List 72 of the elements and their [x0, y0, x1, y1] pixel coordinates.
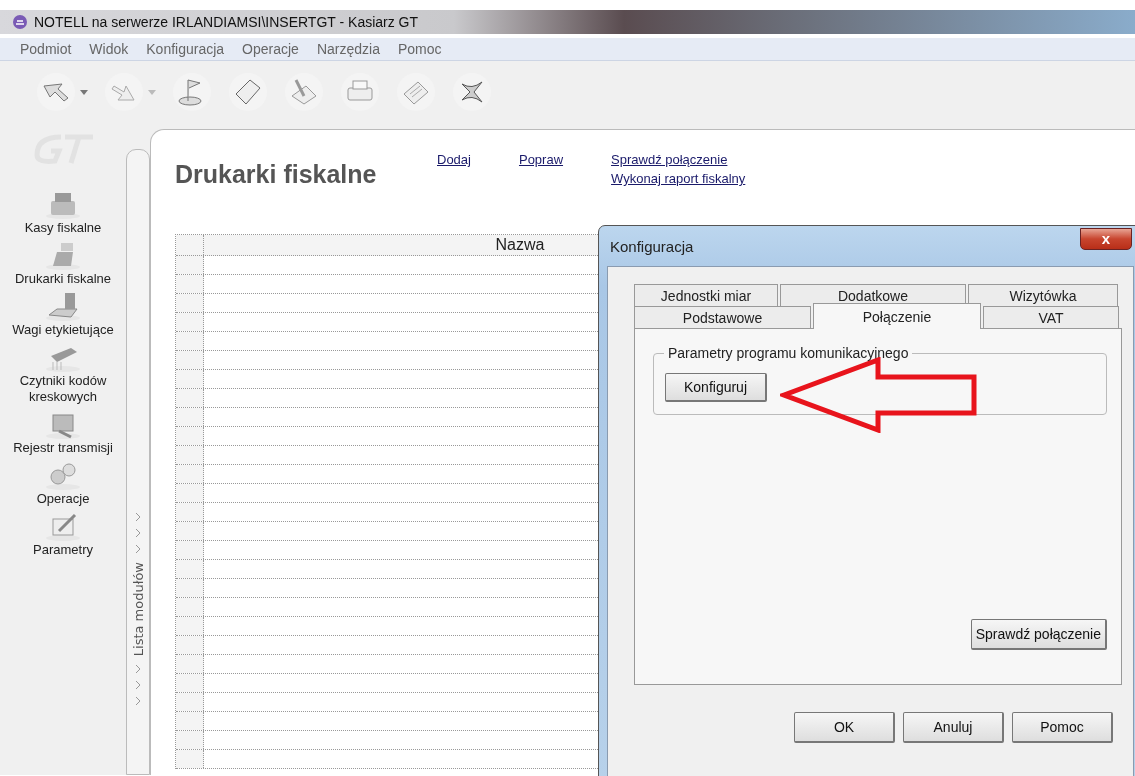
caret-icon[interactable] — [148, 89, 156, 95]
row-header-cell[interactable] — [176, 579, 204, 597]
action-link[interactable]: Sprawdź połączenie — [611, 152, 746, 167]
row-header-cell[interactable] — [176, 313, 204, 331]
tab[interactable]: Wizytówka — [968, 284, 1118, 306]
row-header-cell[interactable] — [176, 256, 204, 274]
test-connection-button[interactable]: Sprawdź połączenie — [970, 619, 1107, 650]
device-icon[interactable] — [45, 291, 81, 321]
tab[interactable]: Podstawowe — [634, 306, 811, 328]
row-header-cell[interactable] — [176, 427, 204, 445]
sidebar-item-label[interactable]: Parametry — [4, 542, 122, 558]
row-header-cell[interactable] — [176, 655, 204, 673]
dialog-title: Konfiguracja — [610, 237, 694, 255]
action-link[interactable]: Dodaj — [437, 152, 471, 167]
page-title: Drukarki fiskalne — [175, 160, 378, 189]
row-header-cell[interactable] — [176, 294, 204, 312]
action-link[interactable]: Popraw — [518, 152, 564, 167]
sidebar-item-label[interactable]: Rejestr transmisji — [4, 440, 122, 456]
menu-item[interactable]: Pomoc — [397, 41, 442, 57]
row-header-cell[interactable] — [176, 712, 204, 730]
group-label: Parametry programu komunikacyjnego — [664, 345, 913, 361]
action-link[interactable]: Wykonaj raport fiskalny — [611, 171, 746, 186]
form-icon[interactable] — [45, 511, 81, 541]
row-header-cell[interactable] — [176, 332, 204, 350]
row-header-cell[interactable] — [176, 522, 204, 540]
menu-item[interactable]: Widok — [89, 41, 129, 57]
app-logo-icon — [12, 14, 28, 30]
row-header-cell[interactable] — [176, 465, 204, 483]
gears-icon[interactable] — [45, 460, 81, 490]
sidebar-item-label[interactable]: Czytniki kodów kreskowych — [4, 373, 122, 405]
sidebar-item-label[interactable]: Operacje — [4, 491, 122, 507]
row-header-cell[interactable] — [176, 731, 204, 749]
row-header-cell[interactable] — [176, 617, 204, 635]
row-header-cell[interactable] — [176, 693, 204, 711]
window-title: NOTELL na serwerze IRLANDIAMSI\INSERTGT - Kasiarz GT — [34, 14, 419, 30]
dialog-button[interactable]: Pomoc — [1012, 712, 1113, 743]
device-icon[interactable] — [45, 240, 81, 270]
row-header-cell[interactable] — [176, 750, 204, 768]
row-header-cell[interactable] — [176, 598, 204, 616]
chevron-icon[interactable] — [134, 511, 142, 522]
row-header-cell[interactable] — [176, 389, 204, 407]
menu-item[interactable]: Operacje — [242, 41, 299, 57]
dialog-button[interactable]: Anuluj — [903, 712, 1004, 743]
dialog-button[interactable]: OK — [794, 712, 895, 743]
row-header-cell[interactable] — [176, 408, 204, 426]
sidebar-item-label[interactable]: Wagi etykietujące — [4, 322, 122, 338]
row-header-cell[interactable] — [176, 674, 204, 692]
tab[interactable]: Połączenie — [813, 303, 981, 329]
close-button[interactable]: x — [1080, 228, 1132, 250]
chevron-icon[interactable] — [134, 543, 142, 554]
row-header-cell[interactable] — [176, 541, 204, 559]
row-header-cell[interactable] — [176, 560, 204, 578]
menu-item[interactable]: Konfiguracja — [146, 41, 225, 57]
row-header-cell[interactable] — [176, 636, 204, 654]
row-header-cell[interactable] — [176, 484, 204, 502]
tab[interactable]: VAT — [983, 306, 1119, 328]
caret-icon[interactable] — [80, 89, 88, 95]
chevron-icon[interactable] — [134, 527, 142, 538]
module-list-label: Lista modułów — [130, 561, 146, 656]
row-header-cell[interactable] — [176, 446, 204, 464]
module-list-bar[interactable]: Lista modułów — [126, 149, 150, 775]
row-header-cell[interactable] — [176, 275, 204, 293]
row-header-cell[interactable] — [176, 370, 204, 388]
tab[interactable]: Dodatkowe — [780, 284, 966, 306]
configure-button[interactable]: Konfiguruj — [665, 373, 767, 402]
menu-item[interactable]: Narzędzia — [316, 41, 380, 57]
row-header-cell[interactable] — [176, 351, 204, 369]
sidebar-item-label[interactable]: Kasy fiskalne — [4, 220, 122, 236]
sidebar-item-label[interactable]: Drukarki fiskalne — [4, 271, 122, 287]
row-header-cell[interactable] — [176, 503, 204, 521]
tab[interactable]: Jednostki miar — [634, 284, 778, 306]
menu-item[interactable]: Podmiot — [20, 41, 72, 57]
